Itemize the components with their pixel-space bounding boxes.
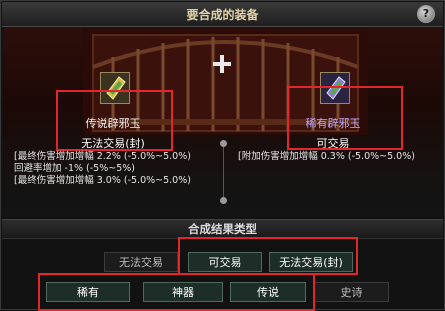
divider-dot-bottom: [220, 197, 227, 204]
right-item-stats: [附加伤害增加增幅 0.3% (-5.0%~5.0%): [238, 151, 415, 163]
stat-line: [最终伤害增加增幅 2.2% (-5.0%~5.0%): [14, 151, 191, 162]
highlight-right-item: [287, 86, 403, 150]
stat-line: [附加伤害增加增幅 0.3% (-5.0%~5.0%): [238, 151, 415, 162]
option-untradeable[interactable]: 无法交易: [104, 252, 178, 272]
window-title: 要合成的装备: [186, 8, 259, 22]
highlight-trade-options: [178, 237, 358, 275]
left-item-stats: [最终伤害增加增幅 2.2% (-5.0%~5.0%) 回避率增加 -1% (-…: [14, 151, 191, 187]
divider-dot-top: [220, 140, 227, 147]
highlight-left-item: [56, 90, 173, 151]
highlight-rarity-options: [38, 273, 315, 311]
center-divider: [223, 143, 224, 199]
title-bar: 要合成的装备 ?: [2, 2, 443, 27]
help-icon[interactable]: ?: [417, 5, 435, 23]
result-section-title: 合成结果类型: [2, 219, 443, 239]
stat-line: 回避率增加 -1% (-5%~5%): [14, 163, 135, 174]
stat-line: [最终伤害增加增幅 3.0% (-5.0%~5.0%): [14, 175, 191, 186]
plus-icon: [212, 54, 232, 74]
synthesis-window: 要合成的装备 ? 传说辟邪玉 稀有辟邪玉 无法交易(封) 可交易 [最终伤害增加…: [0, 0, 445, 311]
option-epic[interactable]: 史诗: [314, 282, 389, 302]
